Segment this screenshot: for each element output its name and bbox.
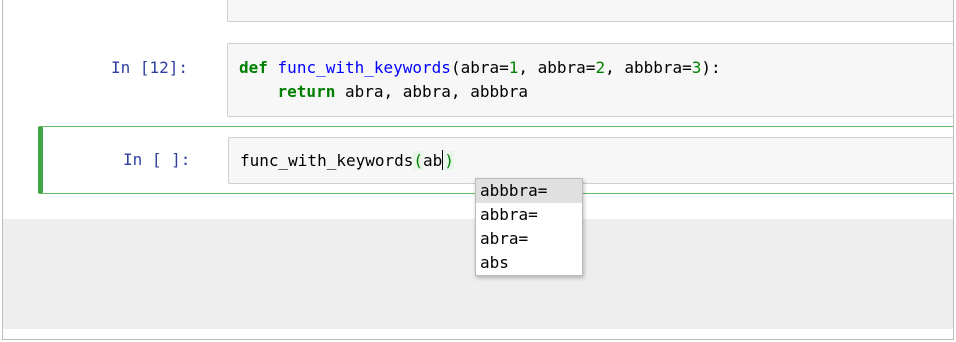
notebook-frame: In [12]: def func_with_keywords(abra=1, … [2,0,954,340]
matching-bracket: ( [413,151,424,170]
completion-option[interactable]: abbra= [476,203,582,227]
matching-bracket: ) [444,151,454,170]
input-prompt: In [ ]: [123,150,191,169]
code-line: func_with_keywords(ab) [240,150,454,170]
number-literal: 1 [508,58,519,77]
autocomplete-dropdown[interactable]: abbbra= abbra= abra= abs [475,178,583,276]
code-text: abra, abbra, abbbra [335,82,528,101]
code-line: def func_with_keywords(abra=1, abbra=2, … [239,58,721,77]
code-input-area[interactable]: def func_with_keywords(abra=1, abbra=2, … [227,43,953,117]
code-cell-12[interactable]: In [12]: def func_with_keywords(abra=1, … [3,36,953,124]
typed-text: ab [423,151,443,170]
input-prompt: In [12]: [111,58,189,77]
previous-cell-input-edge[interactable] [227,0,953,22]
code-text: ): [701,58,721,77]
code-text: , abbra= [518,58,596,77]
completion-option[interactable]: abra= [476,227,582,251]
keyword-def: def [239,58,268,77]
code-text: , abbbra= [605,58,692,77]
completion-option[interactable]: abs [476,251,582,275]
number-literal: 3 [691,58,702,77]
number-literal: 2 [595,58,606,77]
code-input-area[interactable]: func_with_keywords(ab) [228,137,953,184]
code-text: func_with_keywords [240,151,414,170]
code-line: return abra, abbra, abbbra [239,82,528,101]
code-text: (abra= [450,58,509,77]
function-name: func_with_keywords [277,58,451,77]
keyword-return: return [277,82,336,101]
completion-option[interactable]: abbbra= [476,179,582,203]
